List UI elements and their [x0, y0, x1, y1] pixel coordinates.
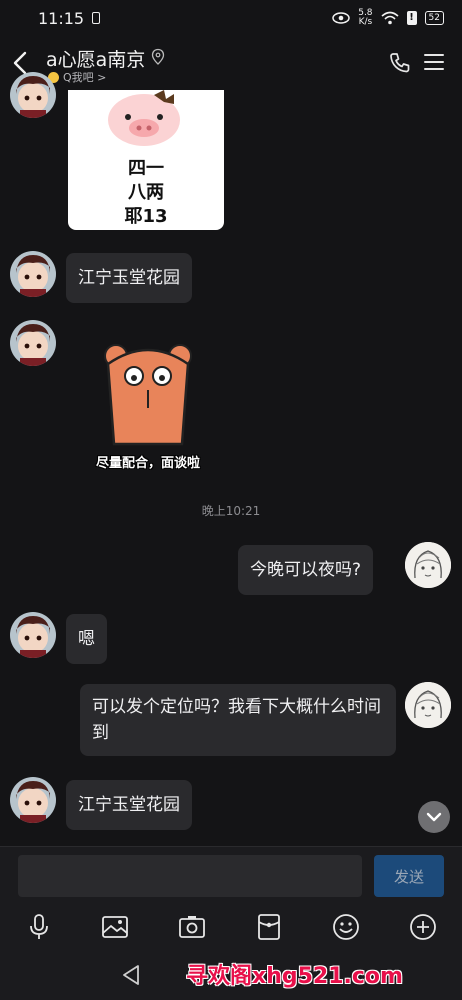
pig-sticker-line: 八两 [128, 182, 164, 203]
bear-figure-icon [104, 344, 192, 446]
phone-icon[interactable] [388, 51, 412, 75]
mic-icon[interactable] [24, 912, 54, 942]
nav-back-icon[interactable] [120, 963, 142, 987]
net-speed: 5.8 K/s [358, 8, 373, 27]
contact-avatar[interactable] [10, 251, 56, 297]
pig-sticker-line: 四一 [128, 158, 164, 179]
chat-subtitle-text: Q我吧 > [63, 71, 107, 84]
my-avatar[interactable] [405, 542, 451, 588]
status-time: 11:15 [38, 8, 85, 28]
pig-sticker[interactable]: 四一 八两 耶13 [68, 90, 224, 230]
location-tag-icon [151, 48, 165, 65]
menu-icon[interactable] [424, 52, 444, 72]
chat-title[interactable]: a心愿a南京 [46, 45, 145, 72]
red-packet-icon[interactable] [254, 912, 284, 942]
time-separator: 晚上10:21 [201, 504, 261, 518]
battery-indicator: 52 [424, 11, 444, 25]
message-bubble-outgoing[interactable]: 今晚可以夜吗? [238, 545, 374, 595]
composer: 发送 [0, 846, 462, 910]
notification-icon [92, 12, 101, 24]
contact-avatar[interactable] [10, 320, 56, 366]
send-button[interactable]: 发送 [374, 855, 444, 897]
message-bubble-outgoing[interactable]: 可以发个定位吗？我看下大概什么时间到 [80, 684, 396, 756]
message-bubble-incoming[interactable]: 江宁玉堂花园 [66, 253, 192, 303]
pig-sticker-line: 耶13 [124, 206, 168, 227]
contact-avatar[interactable] [10, 612, 56, 658]
composer-toolbar [0, 906, 462, 950]
status-bar: 11:15 5.8 K/s ! 52 [0, 0, 462, 36]
eye-icon [332, 12, 350, 24]
alert-icon: ! [406, 11, 417, 25]
image-icon[interactable] [100, 912, 130, 942]
my-avatar[interactable] [405, 682, 451, 728]
plus-icon[interactable] [408, 912, 438, 942]
message-bubble-incoming[interactable]: 嗯 [66, 614, 107, 664]
camera-icon[interactable] [177, 912, 207, 942]
message-bubble-incoming[interactable]: 江宁玉堂花园 [66, 780, 192, 830]
chat-header: a心愿a南京 Q我吧 > [0, 38, 462, 90]
watermark: 寻欢阁xhg521.com [186, 964, 403, 989]
message-input[interactable] [18, 855, 362, 897]
chat-subtitle[interactable]: Q我吧 > [48, 69, 106, 85]
bear-sticker-caption: 尽量配合，面谈啦 [95, 456, 200, 471]
system-nav-bar: 寻欢阁xhg521.com [0, 950, 462, 1000]
wifi-icon [381, 11, 399, 25]
contact-avatar[interactable] [10, 72, 56, 118]
pig-face-icon [108, 90, 180, 146]
emoji-icon[interactable] [331, 912, 361, 942]
bear-sticker[interactable]: 尽量配合，面谈啦 [78, 334, 218, 474]
contact-avatar[interactable] [10, 777, 56, 823]
scroll-to-bottom-button[interactable] [418, 801, 450, 833]
chevron-down-icon [426, 812, 442, 822]
